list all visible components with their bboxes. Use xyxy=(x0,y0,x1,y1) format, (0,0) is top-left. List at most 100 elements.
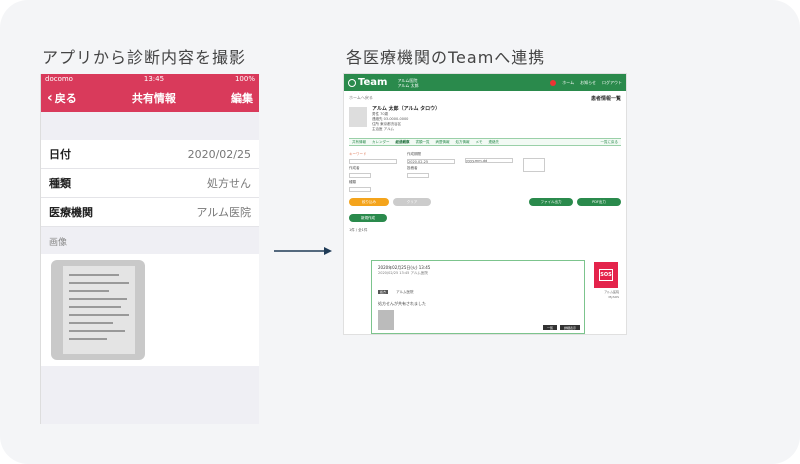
patient-card: アルム 太郎（アルム タロウ） 男性 70歳 連絡先 03-0000-0000 … xyxy=(349,107,621,132)
carrier-label: docomo xyxy=(45,75,73,83)
header-link-notice[interactable]: お知らせ xyxy=(580,80,596,86)
tab-shared[interactable]: 共有情報 xyxy=(352,140,366,145)
date-to-value: yyyy.mm.dd xyxy=(466,159,488,163)
caption-left: アプリから診断内容を撮影 xyxy=(42,48,247,67)
breadcrumb: ホームへ戻る 患者情報一覧 xyxy=(349,95,621,102)
card-detail-button[interactable]: 詳細表示 xyxy=(559,325,580,330)
date-from-input[interactable]: 2020.02.25 xyxy=(407,159,455,164)
row-value: 2020/02/25 xyxy=(187,147,251,161)
sos-label-2: MySOS xyxy=(608,295,619,299)
tab-documents[interactable]: 書類一覧 xyxy=(416,140,430,145)
date-from-value: 2020.02.25 xyxy=(408,160,429,164)
type-select[interactable] xyxy=(349,187,371,192)
row-date: 日付 2020/02/25 xyxy=(41,140,259,169)
header-clinic: アルム医院 アルム 太郎 xyxy=(397,78,418,88)
tab-progress[interactable]: 経過観察 xyxy=(396,140,410,145)
logo-ring-icon xyxy=(348,78,356,87)
page-title: 患者情報一覧 xyxy=(590,96,621,102)
filter-col: キーワード 作成者 種類 xyxy=(349,152,397,192)
button-row: 絞り込み クリア ファイル出力 PDF出力 xyxy=(349,198,621,206)
clear-button[interactable]: クリア xyxy=(393,198,431,206)
tab-memo[interactable]: メモ xyxy=(476,140,483,145)
edit-button[interactable]: 編集 xyxy=(231,90,253,106)
phone-screenshot: docomo 13:45 100% ‹ 戻る 共有情報 編集 日付 2020/0… xyxy=(40,74,259,424)
arrow-right-icon xyxy=(274,247,332,255)
author-select[interactable] xyxy=(349,173,371,178)
team-web-screenshot: Team アルム医院 アルム 太郎 ホーム お知らせ ログアウト ホームへ戻る … xyxy=(343,73,627,335)
notification-icon[interactable] xyxy=(550,79,557,86)
header-link-home[interactable]: ホーム xyxy=(562,80,574,86)
tab-history[interactable]: 病歴情報 xyxy=(436,140,450,145)
patient-line: 主治医 アルム xyxy=(372,127,395,131)
result-count: 1件 / 全1件 xyxy=(349,228,368,232)
card-thumbnail[interactable] xyxy=(378,310,394,330)
filter-label: 作成者 xyxy=(349,166,360,170)
pdf-export-button[interactable]: PDF出力 xyxy=(577,198,621,206)
back-label: 戻る xyxy=(54,92,77,105)
image-area xyxy=(41,254,259,366)
battery-label: 100% xyxy=(234,75,255,83)
filter-panel: キーワード 作成者 種類 作成期間 2020.02.25 投稿者 yyyy.mm… xyxy=(349,152,621,192)
nav-title: 共有情報 xyxy=(131,92,176,105)
status-time: 13:45 xyxy=(143,75,165,83)
spacer xyxy=(41,366,259,424)
filter-label: キーワード xyxy=(349,152,367,156)
card-buttons: 一覧 詳細表示 xyxy=(542,325,580,330)
back-button[interactable]: ‹ 戻る xyxy=(47,90,77,106)
sos-text: SOS xyxy=(600,272,612,278)
sos-badge: SOS xyxy=(594,262,618,288)
spacer xyxy=(41,112,259,140)
document-image xyxy=(63,266,135,354)
sos-icon: SOS xyxy=(599,269,613,281)
prescription-photo[interactable] xyxy=(51,260,145,360)
filter-label: 作成期間 xyxy=(407,152,421,156)
card-list-button[interactable]: 一覧 xyxy=(542,325,557,330)
avatar xyxy=(349,107,367,127)
filter-label: 投稿者 xyxy=(407,166,418,170)
card-tag-text: アルム医院 xyxy=(396,290,414,294)
timeline-card: 2020年02月25日(火) 13:45 2020/02/25 13:45 アル… xyxy=(371,260,585,334)
date-to-input[interactable]: yyyy.mm.dd xyxy=(465,158,513,163)
background-panel: アプリから診断内容を撮影 各医療機関のTeamへ連携 docomo 13:45 … xyxy=(0,0,800,464)
row-value: アルム医院 xyxy=(196,206,251,219)
row-type: 種類 処方せん xyxy=(41,169,259,198)
header-sub-2: アルム 太郎 xyxy=(397,82,419,88)
card-text: 処方せんが共有されました xyxy=(378,301,426,306)
filter-label: 種類 xyxy=(349,180,356,184)
keyword-input[interactable] xyxy=(349,159,397,164)
crumb-back[interactable]: ホームへ戻る xyxy=(349,95,373,102)
row-value: 処方せん xyxy=(207,177,251,190)
row-label: 医療機関 xyxy=(49,206,93,219)
web-body: ホームへ戻る 患者情報一覧 アルム 太郎（アルム タロウ） 男性 70歳 連絡先… xyxy=(344,91,626,237)
row-label: 種類 xyxy=(49,177,71,190)
row-label: 日付 xyxy=(49,148,71,161)
status-bar: docomo 13:45 100% xyxy=(41,74,259,84)
filter-col xyxy=(523,152,545,192)
tab-contacts[interactable]: 連絡先 xyxy=(489,140,500,145)
new-entry-button[interactable]: 新規作成 xyxy=(349,214,387,222)
card-tag: 処方 xyxy=(378,290,389,294)
tab-calendar[interactable]: カレンダー xyxy=(372,140,390,145)
row-clinic: 医療機関 アルム医院 xyxy=(41,198,259,227)
team-logo: Team xyxy=(348,77,387,88)
image-section-header: 画像 xyxy=(41,227,259,254)
poster-select[interactable] xyxy=(407,173,429,178)
logo-text: Team xyxy=(358,77,388,88)
header-sub-1: アルム医院 xyxy=(397,77,418,83)
filter-col: 作成期間 2020.02.25 投稿者 xyxy=(407,152,455,192)
web-header: Team アルム医院 アルム 太郎 ホーム お知らせ ログアウト xyxy=(344,74,626,91)
patient-info: アルム 太郎（アルム タロウ） 男性 70歳 連絡先 03-0000-0000 … xyxy=(372,107,440,132)
sos-label: アルム医院 MySOS xyxy=(604,290,619,300)
chevron-left-icon: ‹ xyxy=(47,90,53,106)
nav-bar: ‹ 戻る 共有情報 編集 xyxy=(41,84,259,112)
card-tag-row: 処方 アルム医院 xyxy=(378,278,578,297)
card-sub: 2020/02/25 13:45 アルム医院 xyxy=(378,271,428,275)
options-list[interactable] xyxy=(523,158,545,172)
tab-prescription[interactable]: 処方情報 xyxy=(456,140,470,145)
search-button[interactable]: 絞り込み xyxy=(349,198,389,206)
caption-right: 各医療機関のTeamへ連携 xyxy=(346,48,546,67)
tab-bar: 共有情報 カレンダー 経過観察 書類一覧 病歴情報 処方情報 メモ 連絡先 一覧… xyxy=(349,138,621,146)
file-export-button[interactable]: ファイル出力 xyxy=(529,198,573,206)
header-link-logout[interactable]: ログアウト xyxy=(602,80,622,86)
tab-back-to-list[interactable]: 一覧に戻る xyxy=(601,140,619,145)
